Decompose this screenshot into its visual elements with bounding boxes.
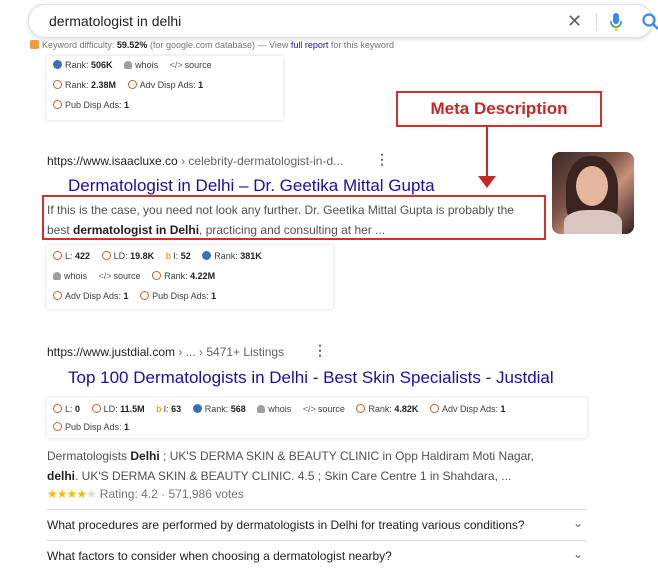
search-input[interactable]: dermatologist in delhi (49, 13, 181, 29)
chevron-down-icon[interactable]: ⌄ (573, 516, 583, 530)
keyword-difficulty-line: Keyword difficulty: 59.52% (for google.c… (30, 40, 394, 50)
metric-rank: Rank: 506K (53, 60, 113, 70)
moz-circle-icon (53, 404, 62, 413)
metrics-row: Rank: 2.38M Adv Disp Ads: 1 (53, 80, 212, 90)
alexa-icon (53, 60, 62, 69)
moz-circle-icon (127, 80, 137, 89)
moz-circle-icon (53, 422, 62, 431)
search-icon[interactable] (641, 12, 658, 32)
metrics-row: L: 422 LD: 19.8K b I: 52 Rank: 381K (53, 251, 271, 261)
seo-metrics-panel: L: 422 LD: 19.8K b I: 52 Rank: 381K whois… (47, 245, 333, 309)
more-vert-icon[interactable]: ⋮ (375, 151, 389, 168)
keyword-difficulty-value: 59.52% (116, 40, 148, 50)
metric-l: L: 422 (53, 251, 90, 261)
more-vert-icon[interactable]: ⋮ (313, 342, 327, 359)
faq-item[interactable]: What factors to consider when choosing a… (47, 540, 587, 570)
result-thumbnail[interactable] (552, 152, 634, 234)
alexa-icon (202, 251, 212, 260)
metric-l: L: 0 (53, 404, 80, 414)
search-bar[interactable]: dermatologist in delhi ✕ (28, 4, 658, 38)
annotation-arrow (486, 127, 488, 182)
result-url[interactable]: https://www.isaacluxe.co › celebrity-der… (47, 154, 343, 168)
metric-pub-ads: Pub Disp Ads: 1 (140, 291, 216, 301)
metric-ld: LD: 11.5M (91, 404, 145, 414)
keyword-suffix: (for google.com database) — View (149, 40, 289, 50)
moz-circle-icon (91, 404, 101, 413)
metrics-row: Rank: 506K whois </> source (53, 60, 221, 70)
seo-metrics-panel-top: Rank: 506K whois </> source Rank: 2.38M A… (47, 56, 283, 120)
metric-rank: Rank: 568 (192, 404, 246, 414)
metrics-row: whois </> source Rank: 4.22M (53, 271, 224, 281)
moz-circle-icon (53, 80, 62, 89)
search-divider (596, 13, 597, 31)
result-snippet: Dermatologists Delhi ; UK'S DERMA SKIN &… (47, 449, 534, 483)
metric-source[interactable]: </> source (170, 60, 212, 70)
keyword-label: Keyword difficulty: (42, 40, 115, 50)
moz-circle-icon (140, 291, 150, 300)
user-icon (53, 272, 61, 280)
moz-circle-icon (53, 100, 62, 109)
faq-item[interactable]: What procedures are performed by dermato… (47, 509, 587, 539)
metrics-row: L: 0 LD: 11.5M b I: 63 Rank: 568 whois </… (53, 404, 515, 414)
metric-whois[interactable]: whois (124, 60, 158, 70)
rating-text: Rating: 4.2 · 571,986 votes (99, 487, 244, 501)
bing-icon: b (165, 251, 172, 261)
metric-i: b I: 63 (156, 404, 182, 414)
user-icon (257, 405, 266, 413)
metric-rank2: Rank: 2.38M (53, 80, 116, 90)
metric-i: b I: 52 (165, 251, 191, 261)
code-icon: </> (302, 404, 316, 414)
metric-source[interactable]: </> source (99, 271, 141, 281)
result-url[interactable]: https://www.justdial.com › ... › 5471+ L… (47, 345, 284, 359)
meta-description-highlight (42, 195, 546, 240)
full-link[interactable]: full (291, 40, 303, 50)
moz-circle-icon (429, 404, 439, 413)
metric-whois[interactable]: whois (53, 271, 87, 281)
metric-rank2: Rank: 4.22M (152, 271, 215, 281)
faq-question: What procedures are performed by dermato… (47, 518, 525, 532)
annotation-label: Meta Description (396, 91, 602, 127)
close-icon[interactable]: ✕ (567, 11, 582, 31)
seo-metrics-panel: L: 0 LD: 11.5M b I: 63 Rank: 568 whois </… (47, 398, 587, 438)
moz-circle-icon (356, 404, 366, 413)
metric-pub-ads: Pub Disp Ads: 1 (53, 100, 129, 110)
report-link[interactable]: report (305, 40, 329, 50)
chevron-down-icon[interactable]: ⌄ (573, 547, 583, 561)
keyword-tail: for this keyword (330, 40, 394, 50)
rating: ★★★★★ Rating: 4.2 · 571,986 votes (47, 487, 244, 501)
metrics-row: Adv Disp Ads: 1 Pub Disp Ads: 1 (53, 291, 225, 301)
metrics-row: Pub Disp Ads: 1 (53, 422, 138, 432)
result-title[interactable]: Top 100 Dermatologists in Delhi - Best S… (68, 368, 554, 388)
moz-circle-icon (152, 271, 162, 280)
metric-pub-ads: Pub Disp Ads: 1 (53, 422, 129, 432)
alexa-icon (192, 404, 202, 413)
metric-ld: LD: 19.8K (101, 251, 154, 261)
metrics-row: Pub Disp Ads: 1 (53, 100, 138, 110)
metric-adv-ads: Adv Disp Ads: 1 (127, 80, 203, 90)
metric-rank2: Rank: 4.82K (356, 404, 418, 414)
metric-adv-ads: Adv Disp Ads: 1 (429, 404, 506, 414)
code-icon: </> (169, 60, 183, 70)
keyword-icon (30, 40, 39, 49)
metric-source[interactable]: </> source (303, 404, 345, 414)
metric-whois[interactable]: whois (257, 404, 291, 414)
moz-circle-icon (53, 291, 62, 300)
mic-icon[interactable] (609, 12, 623, 32)
annotation-arrow-head (478, 176, 496, 188)
moz-circle-icon (101, 251, 111, 260)
faq-question: What factors to consider when choosing a… (47, 549, 392, 563)
moz-circle-icon (53, 251, 62, 260)
rating-stars: ★★★★★ (47, 487, 97, 501)
user-icon (124, 61, 133, 69)
result-title[interactable]: Dermatologist in Delhi – Dr. Geetika Mit… (68, 176, 435, 196)
metric-rank: Rank: 381K (202, 251, 262, 261)
code-icon: </> (98, 271, 112, 281)
bing-icon: b (156, 404, 162, 414)
metric-adv-ads: Adv Disp Ads: 1 (53, 291, 129, 301)
